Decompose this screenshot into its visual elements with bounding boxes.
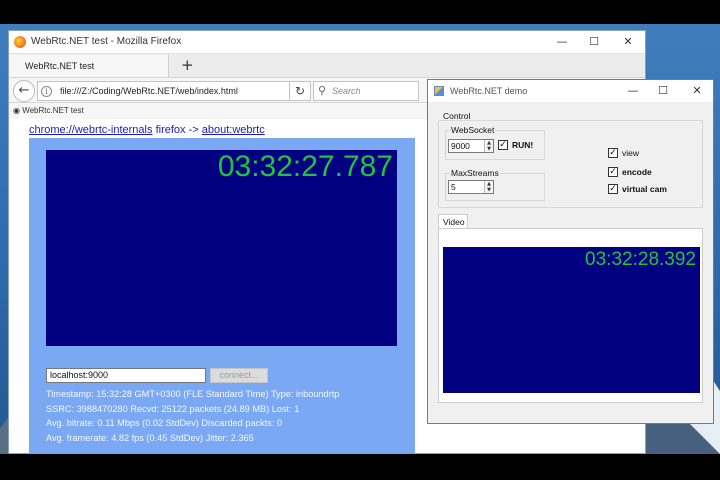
- firefox-title-bar: WebRtc.NET test - Mozilla Firefox — ☐ ✕: [9, 31, 645, 53]
- letterbox-bottom: [0, 454, 720, 480]
- firefox-window-title: WebRtc.NET test - Mozilla Firefox: [31, 36, 182, 47]
- encode-checkbox[interactable]: ✓: [608, 167, 618, 177]
- video-panel: 03:32:27.787 localhost:9000 connect... T…: [29, 138, 415, 453]
- minimize-button[interactable]: —: [620, 82, 646, 100]
- view-checkbox[interactable]: ✓: [608, 148, 618, 158]
- tab-video-label: Video: [443, 217, 465, 227]
- search-placeholder: Search: [332, 86, 361, 96]
- run-checkbox[interactable]: ✓: [498, 140, 508, 150]
- search-input[interactable]: ⚲ Search: [313, 81, 419, 101]
- tab-video[interactable]: Video: [438, 214, 468, 229]
- search-icon: ⚲: [318, 84, 327, 97]
- view-label: view: [622, 148, 640, 158]
- maxstreams-spinner[interactable]: ▲ ▼: [484, 181, 493, 193]
- video-timestamp: 03:32:28.392: [585, 249, 696, 270]
- back-button[interactable]: ←: [13, 80, 35, 102]
- video-tab-page: 03:32:28.392: [438, 228, 703, 403]
- port-spinner[interactable]: ▲ ▼: [484, 140, 493, 152]
- url-bar[interactable]: i file:///Z:/Coding/WebRtc.NET/web/index…: [37, 81, 307, 101]
- close-button[interactable]: ✕: [684, 82, 710, 100]
- demo-title-bar: WebRtc.NET demo — ☐ ✕: [428, 80, 713, 102]
- firefox-logo-icon: [14, 36, 26, 48]
- about-webrtc-link[interactable]: about:webrtc: [202, 124, 265, 136]
- minimize-button[interactable]: —: [549, 33, 575, 51]
- stats-line: Avg. framerate: 4.82 fps (0.45 StdDev) J…: [46, 432, 254, 443]
- chrome-webrtc-internals-link[interactable]: chrome://webrtc-internals: [29, 124, 153, 136]
- letterbox-top: [0, 0, 720, 24]
- remote-video: 03:32:27.787: [46, 150, 397, 346]
- encode-label: encode: [622, 167, 652, 177]
- maximize-button[interactable]: ☐: [581, 33, 607, 51]
- video-timestamp: 03:32:27.787: [217, 150, 393, 183]
- demo-window-title: WebRtc.NET demo: [450, 86, 528, 96]
- maximize-button[interactable]: ☐: [650, 82, 676, 100]
- local-video-preview: 03:32:28.392: [443, 247, 700, 393]
- run-label: RUN!: [512, 140, 534, 150]
- tab-webrtc-test[interactable]: WebRtc.NET test: [9, 55, 169, 78]
- tab-label: WebRtc.NET test: [25, 61, 95, 71]
- stats-line: SSRC: 3988470280 Recvd: 25122 packets (2…: [46, 403, 300, 414]
- firefox-link-prefix: firefox ->: [155, 124, 199, 136]
- url-text: file:///Z:/Coding/WebRtc.NET/web/index.h…: [60, 86, 238, 96]
- app-icon: [434, 86, 444, 96]
- websocket-port-input[interactable]: 9000 ▲ ▼: [448, 139, 494, 153]
- stats-block: Timestamp: 15:32:28 GMT+0300 (FLE Standa…: [46, 387, 339, 445]
- bookmark-label: WebRtc.NET test: [22, 106, 84, 115]
- tab-strip: WebRtc.NET test +: [9, 53, 645, 78]
- maxstreams-input[interactable]: 5 ▲ ▼: [448, 180, 494, 194]
- new-tab-button[interactable]: +: [181, 56, 194, 74]
- stats-line: Timestamp: 15:32:28 GMT+0300 (FLE Standa…: [46, 389, 340, 399]
- info-icon[interactable]: i: [41, 86, 52, 97]
- screen: WebRtc.NET test - Mozilla Firefox — ☐ ✕ …: [0, 0, 720, 480]
- reload-button[interactable]: ↻: [289, 81, 311, 101]
- virtual-cam-label: virtual cam: [622, 184, 667, 194]
- links-row: chrome://webrtc-internals firefox -> abo…: [29, 124, 265, 136]
- connect-button[interactable]: connect...: [210, 368, 268, 383]
- virtual-cam-checkbox[interactable]: ✓: [608, 184, 618, 194]
- server-address-input[interactable]: localhost:9000: [46, 368, 206, 383]
- maxstreams-value: 5: [451, 182, 456, 192]
- websocket-port-value: 9000: [451, 141, 470, 151]
- websocket-label: WebSocket: [450, 125, 496, 135]
- maxstreams-label: MaxStreams: [450, 168, 500, 178]
- bookmark-item[interactable]: ◉ WebRtc.NET test: [13, 106, 84, 115]
- demo-window: WebRtc.NET demo — ☐ ✕ Control WebSocket …: [427, 79, 714, 424]
- close-button[interactable]: ✕: [615, 33, 641, 51]
- stats-line: Avg. bitrate: 0.11 Mbps (0.02 StdDev) Di…: [46, 418, 283, 428]
